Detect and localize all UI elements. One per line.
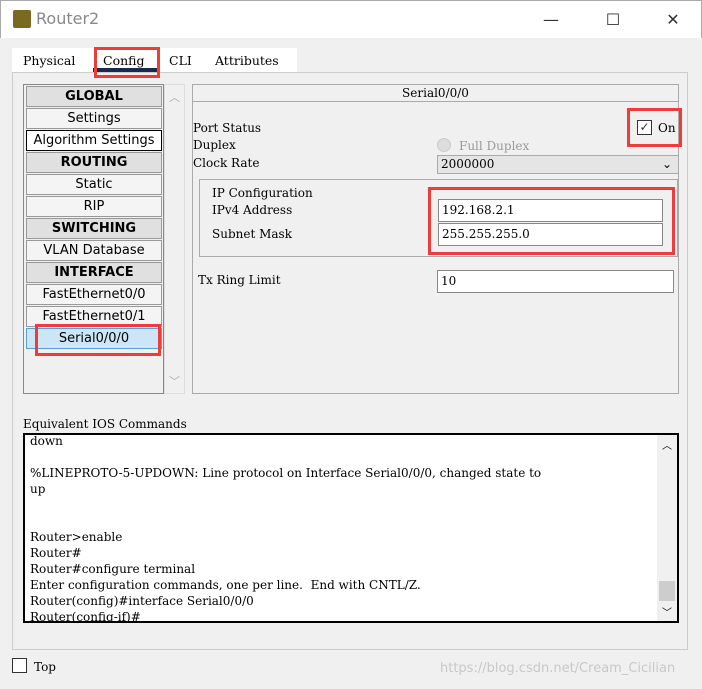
clock-rate-label: Clock Rate bbox=[193, 156, 260, 170]
ios-commands-console[interactable]: down %LINEPROTO-5-UPDOWN: Line protocol o… bbox=[23, 433, 679, 623]
scroll-up-icon[interactable]: ︿ bbox=[165, 89, 184, 105]
clock-rate-select[interactable]: 2000000 ⌄ bbox=[437, 155, 679, 174]
scroll-down-icon[interactable]: ﹀ bbox=[165, 373, 184, 389]
sidebar-header-interface: INTERFACE bbox=[26, 262, 162, 283]
sidebar-item-fastethernet0-0[interactable]: FastEthernet0/0 bbox=[26, 284, 162, 305]
scroll-thumb[interactable] bbox=[659, 581, 675, 601]
console-line: Router#configure terminal bbox=[30, 562, 196, 576]
sidebar-item-rip[interactable]: RIP bbox=[26, 196, 162, 217]
sidebar-header-switching: SWITCHING bbox=[26, 218, 162, 239]
sidebar-header-routing: ROUTING bbox=[26, 152, 162, 173]
router-app-icon bbox=[13, 10, 31, 28]
console-line: %LINEPROTO-5-UPDOWN: Line protocol on In… bbox=[30, 466, 542, 480]
interface-title: Serial0/0/0 bbox=[193, 85, 678, 102]
ip-configuration-label: IP Configuration bbox=[212, 186, 313, 200]
tab-cli[interactable]: CLI bbox=[169, 53, 192, 68]
highlight-box bbox=[627, 108, 682, 147]
close-button[interactable]: ✕ bbox=[658, 7, 688, 33]
ipv4-address-label: IPv4 Address bbox=[212, 203, 293, 217]
console-line: Router(config-if)# bbox=[30, 610, 141, 623]
clock-rate-value: 2000000 bbox=[441, 157, 495, 171]
port-status-label: Port Status bbox=[193, 121, 262, 135]
tx-ring-limit-label: Tx Ring Limit bbox=[198, 273, 281, 287]
title-bar: Router2 — ☐ ✕ bbox=[0, 0, 702, 38]
top-label: Top bbox=[34, 660, 56, 674]
maximize-button[interactable]: ☐ bbox=[598, 7, 628, 33]
chevron-down-icon: ⌄ bbox=[661, 157, 672, 171]
console-line: Enter configuration commands, one per li… bbox=[30, 578, 421, 592]
console-scrollbar[interactable]: ︿ ﹀ bbox=[657, 435, 677, 621]
console-line: up bbox=[30, 482, 46, 496]
sidebar-item-settings[interactable]: Settings bbox=[26, 108, 162, 129]
full-duplex-radio[interactable] bbox=[437, 138, 451, 152]
window-title: Router2 bbox=[36, 9, 100, 28]
tab-attributes[interactable]: Attributes bbox=[215, 53, 279, 68]
duplex-label: Duplex bbox=[193, 138, 236, 152]
sidebar-item-static[interactable]: Static bbox=[26, 174, 162, 195]
console-line: Router>enable bbox=[30, 530, 123, 544]
console-line: Router# bbox=[30, 546, 82, 560]
highlight-box bbox=[35, 324, 161, 356]
tab-physical[interactable]: Physical bbox=[23, 53, 75, 68]
console-label: Equivalent IOS Commands bbox=[23, 417, 187, 431]
scroll-down-icon[interactable]: ﹀ bbox=[657, 604, 677, 619]
sidebar-item-algorithm-settings[interactable]: Algorithm Settings bbox=[26, 130, 162, 151]
highlight-box bbox=[428, 187, 675, 255]
subnet-mask-label: Subnet Mask bbox=[212, 227, 292, 241]
full-duplex-label: Full Duplex bbox=[459, 139, 530, 153]
console-line: Router(config)#interface Serial0/0/0 bbox=[30, 594, 254, 608]
sidebar-header-global: GLOBAL bbox=[26, 86, 162, 107]
minimize-button[interactable]: — bbox=[536, 7, 566, 33]
tx-ring-limit-input[interactable]: 10 bbox=[437, 270, 674, 293]
watermark: https://blog.csdn.net/Cream_Cicilian bbox=[440, 661, 676, 676]
console-line: down bbox=[30, 434, 63, 448]
highlight-box bbox=[94, 47, 160, 78]
sidebar-scrollbar[interactable]: ︿ ﹀ bbox=[164, 84, 185, 394]
scroll-up-icon[interactable]: ︿ bbox=[657, 437, 677, 452]
top-checkbox[interactable] bbox=[12, 658, 27, 673]
sidebar-item-vlan-database[interactable]: VLAN Database bbox=[26, 240, 162, 261]
